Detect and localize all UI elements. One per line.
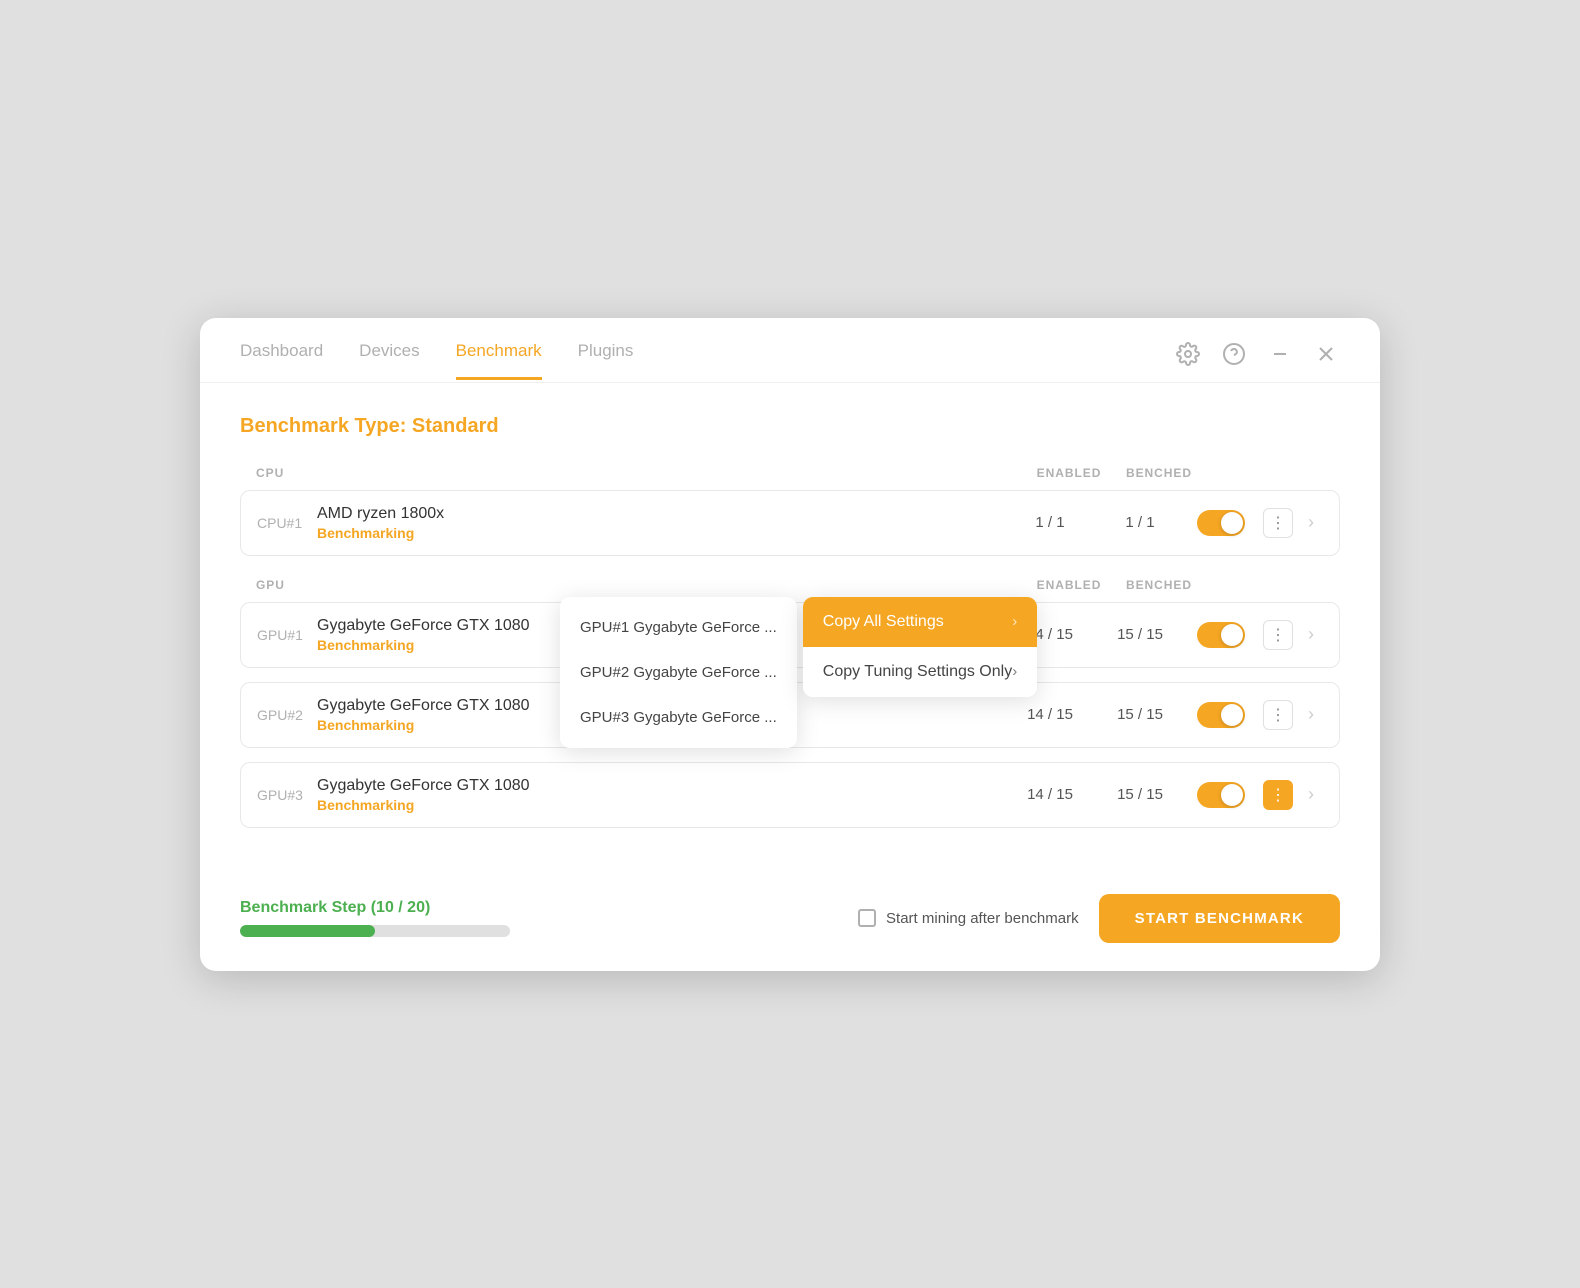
- gpu-status-3: Benchmarking: [317, 797, 1005, 813]
- cpu-name-1: AMD ryzen 1800x: [317, 505, 1005, 523]
- cpu-id-1: CPU#1: [257, 515, 317, 531]
- cpu-row-1: CPU#1 AMD ryzen 1800x Benchmarking 1 / 1…: [240, 490, 1340, 556]
- cpu-more-1[interactable]: ⋮: [1263, 508, 1293, 538]
- copy-tuning-label: Copy Tuning Settings Only: [823, 663, 1012, 681]
- copy-all-settings-button[interactable]: Copy All Settings ›: [803, 597, 1037, 647]
- gpu-list-item-1[interactable]: GPU#1 Gygabyte GeForce ...: [560, 605, 797, 650]
- copy-tuning-chevron-icon: ›: [1012, 663, 1017, 680]
- gpu-chevron-1[interactable]: ›: [1299, 623, 1323, 647]
- gpu-list-dropdown: GPU#1 Gygabyte GeForce ... GPU#2 Gygabyt…: [560, 597, 797, 748]
- gpu-chevron-3[interactable]: ›: [1299, 783, 1323, 807]
- footer: Benchmark Step (10 / 20) Start mining af…: [200, 878, 1380, 971]
- gpu-id-3: GPU#3: [257, 787, 317, 803]
- gpu-info-3: Gygabyte GeForce GTX 1080 Benchmarking: [317, 777, 1005, 813]
- cpu-section-header: CPU ENABLED BENCHED: [240, 466, 1340, 480]
- cpu-enabled-col: ENABLED: [1024, 466, 1114, 480]
- start-mining-text: Start mining after benchmark: [886, 910, 1079, 927]
- footer-left: Benchmark Step (10 / 20): [240, 899, 510, 937]
- gpu-id-1: GPU#1: [257, 627, 317, 643]
- main-content: Benchmark Type: Standard CPU ENABLED BEN…: [200, 383, 1380, 878]
- close-icon[interactable]: [1312, 340, 1340, 368]
- gpu-more-3[interactable]: ⋮: [1263, 780, 1293, 810]
- app-window: Dashboard Devices Benchmark Plugins: [200, 318, 1380, 971]
- gpu-benched-3: 15 / 15: [1095, 786, 1185, 803]
- benchmark-type: Benchmark Type: Standard: [240, 415, 1340, 438]
- settings-icon[interactable]: [1174, 340, 1202, 368]
- cpu-status-1: Benchmarking: [317, 525, 1005, 541]
- tab-devices[interactable]: Devices: [359, 341, 419, 380]
- gpu-toggle-3[interactable]: [1197, 782, 1245, 808]
- footer-right: Start mining after benchmark START BENCH…: [858, 894, 1340, 943]
- gpu-toggle-1[interactable]: [1197, 622, 1245, 648]
- copy-all-chevron-icon: ›: [1012, 613, 1017, 630]
- gpu-enabled-col: ENABLED: [1024, 578, 1114, 592]
- gpu-benched-1: 15 / 15: [1095, 626, 1185, 643]
- start-mining-checkbox-label[interactable]: Start mining after benchmark: [858, 909, 1079, 927]
- gpu-benched-2: 15 / 15: [1095, 706, 1185, 723]
- gpu-toggle-2[interactable]: [1197, 702, 1245, 728]
- gpu-more-1[interactable]: ⋮: [1263, 620, 1293, 650]
- cpu-section: CPU ENABLED BENCHED CPU#1 AMD ryzen 1800…: [240, 466, 1340, 556]
- cpu-enabled-1: 1 / 1: [1005, 514, 1095, 531]
- nav-actions: [1174, 340, 1340, 382]
- gpu-enabled-3: 14 / 15: [1005, 786, 1095, 803]
- benchmark-type-label: Benchmark Type:: [240, 415, 406, 437]
- progress-bar-fill: [240, 925, 375, 937]
- copy-all-label: Copy All Settings: [823, 613, 944, 631]
- cpu-benched-1: 1 / 1: [1095, 514, 1185, 531]
- help-icon[interactable]: [1220, 340, 1248, 368]
- gpu-name-3: Gygabyte GeForce GTX 1080: [317, 777, 1005, 795]
- cpu-benched-col: BENCHED: [1114, 466, 1204, 480]
- start-benchmark-button[interactable]: START BENCHMARK: [1099, 894, 1340, 943]
- minimize-icon[interactable]: [1266, 340, 1294, 368]
- start-mining-checkbox[interactable]: [858, 909, 876, 927]
- tab-benchmark[interactable]: Benchmark: [456, 341, 542, 380]
- gpu-chevron-2[interactable]: ›: [1299, 703, 1323, 727]
- cpu-toggle-1[interactable]: [1197, 510, 1245, 536]
- gpu-list-item-2[interactable]: GPU#2 Gygabyte GeForce ...: [560, 650, 797, 695]
- gpu-section-label: GPU: [256, 578, 1024, 592]
- gpu-list-item-3[interactable]: GPU#3 Gygabyte GeForce ...: [560, 695, 797, 740]
- cpu-info-1: AMD ryzen 1800x Benchmarking: [317, 505, 1005, 541]
- tab-dashboard[interactable]: Dashboard: [240, 341, 323, 380]
- gpu-id-2: GPU#2: [257, 707, 317, 723]
- cpu-section-label: CPU: [256, 466, 1024, 480]
- benchmark-type-value: Standard: [412, 415, 499, 437]
- copy-tuning-settings-button[interactable]: Copy Tuning Settings Only ›: [803, 647, 1037, 697]
- benchmark-step-label: Benchmark Step (10 / 20): [240, 899, 510, 917]
- context-menu-container: GPU#1 Gygabyte GeForce ... GPU#2 Gygabyt…: [560, 597, 1037, 748]
- gpu-section-header: GPU ENABLED BENCHED: [240, 578, 1340, 592]
- copy-menu: Copy All Settings › Copy Tuning Settings…: [803, 597, 1037, 697]
- nav-tabs: Dashboard Devices Benchmark Plugins: [240, 341, 633, 380]
- gpu-more-2[interactable]: ⋮: [1263, 700, 1293, 730]
- progress-bar-container: [240, 925, 510, 937]
- nav-bar: Dashboard Devices Benchmark Plugins: [200, 318, 1380, 383]
- gpu-benched-col: BENCHED: [1114, 578, 1204, 592]
- cpu-chevron-1[interactable]: ›: [1299, 511, 1323, 535]
- tab-plugins[interactable]: Plugins: [578, 341, 634, 380]
- gpu-row-3: GPU#3 Gygabyte GeForce GTX 1080 Benchmar…: [240, 762, 1340, 828]
